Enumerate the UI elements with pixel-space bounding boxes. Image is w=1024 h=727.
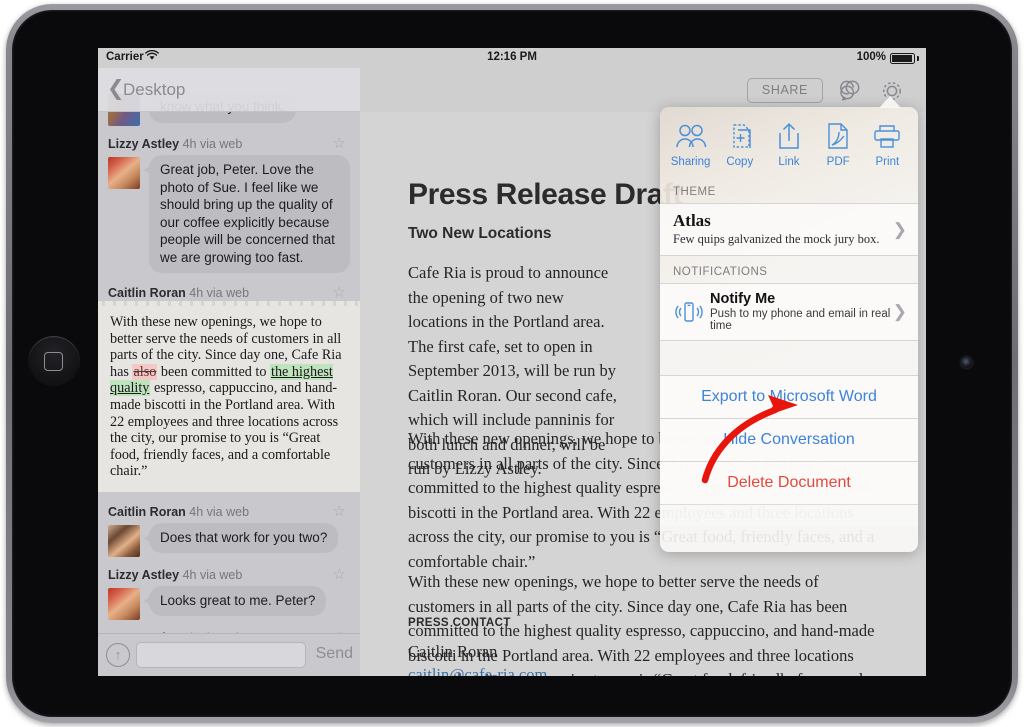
comment-bubble: Great job, Peter. Love the photo of Sue.…: [144, 155, 350, 273]
ipad-device-frame: Carrier 12:16 PM 100% Lizzy Astley 4h vi…: [0, 0, 1024, 727]
notifications-section-header: NOTIFICATIONS: [673, 266, 768, 278]
back-to-desktop-button[interactable]: Desktop: [123, 80, 185, 100]
hide-conversation-button[interactable]: Hide Conversation: [660, 418, 918, 461]
document-toolbar: SHARE: [360, 68, 926, 112]
battery-icon: [890, 53, 915, 64]
comment-meta: 4h via web: [182, 567, 243, 582]
share-action-link[interactable]: Link: [766, 117, 812, 168]
share-action-pdf[interactable]: PDF: [815, 117, 861, 168]
status-time: 12:16 PM: [487, 51, 537, 63]
comment-author: Lizzy Astley: [108, 567, 180, 582]
comment-meta: 4h via web: [189, 286, 250, 300]
comment-author: Lizzy Astley: [108, 137, 180, 151]
share-button[interactable]: SHARE: [746, 78, 823, 103]
avatar: [108, 524, 140, 557]
home-button-square-icon: [44, 352, 63, 371]
list-item[interactable]: Lizzy Astley 4h via web ☆ Great job, Pet…: [98, 134, 360, 283]
comment-header: Lizzy Astley 4h via web ☆: [108, 565, 350, 586]
arrow-up-circle-icon[interactable]: ↑: [106, 643, 130, 667]
export-to-word-button[interactable]: Export to Microsoft Word: [660, 375, 918, 418]
battery-nub-icon: [917, 56, 919, 61]
comment-composer: ↑ Send: [98, 633, 360, 676]
share-action-label: Link: [778, 156, 800, 168]
contact-email-link[interactable]: caitlin@cafe-ria.com: [408, 663, 547, 676]
sidebar-navigation-bar: ❮ Desktop: [98, 68, 360, 112]
status-battery-percent: 100%: [856, 51, 886, 63]
chevron-right-icon: ❯: [892, 302, 907, 321]
markup-deleted-text: also: [132, 363, 158, 380]
theme-row[interactable]: Atlas Few quips galvanized the mock jury…: [660, 203, 918, 256]
comments-sidebar: know what you think. Lizzy Astley 4h via…: [98, 68, 360, 676]
comment-author: Caitlin Roran: [108, 286, 186, 300]
comment-meta: 4h via web: [182, 137, 243, 151]
phone-vibrate-icon: [668, 299, 710, 325]
delete-document-button[interactable]: Delete Document: [660, 461, 918, 504]
comment-bubble: Looks great to me. Peter?: [143, 585, 327, 617]
star-outline-icon[interactable]: ☆: [333, 285, 346, 301]
popover-footer: [660, 504, 918, 526]
chevron-left-icon[interactable]: ❮: [107, 78, 125, 99]
star-outline-icon[interactable]: ☆: [333, 566, 346, 583]
markup-revision-card[interactable]: With these new openings, we hope to bett…: [98, 301, 360, 492]
share-action-label: Sharing: [670, 156, 711, 168]
send-button[interactable]: Send: [316, 645, 353, 663]
avatar: [108, 587, 140, 620]
comment-author: Caitlin Roran: [108, 504, 186, 519]
theme-section-header: THEME: [673, 186, 716, 198]
contact-name: Caitlin Roran: [408, 642, 498, 661]
comment-body: Great job, Peter. Love the photo of Sue.…: [108, 155, 350, 283]
share-settings-popover: Sharing Copy Link PDF Print THEME Atlas …: [660, 107, 918, 552]
comment-bubble: Does that work for you two?: [143, 522, 339, 554]
printer-icon: [864, 117, 910, 155]
page-title: Press Release Draft: [408, 178, 683, 211]
theme-name: Atlas: [673, 211, 711, 230]
share-action-label: Print: [875, 156, 900, 168]
press-contact-block: Caitlin Roran caitlin@cafe-ria.com (503)…: [408, 640, 547, 676]
list-item[interactable]: Lizzy Astley 4h via web ☆ Looks great to…: [98, 565, 360, 628]
share-actions-row: Sharing Copy Link PDF Print: [660, 107, 918, 176]
comment-body: Does that work for you two?: [108, 522, 350, 565]
popover-caret: [879, 96, 901, 108]
front-camera-icon: [961, 357, 972, 368]
star-outline-icon[interactable]: ☆: [333, 136, 346, 152]
star-outline-icon[interactable]: ☆: [333, 503, 346, 520]
press-contact-header: PRESS CONTACT: [408, 617, 511, 629]
notify-me-row[interactable]: Notify Me Push to my phone and email in …: [660, 283, 918, 341]
list-item[interactable]: Caitlin Roran 4h via web ☆ With these ne…: [98, 283, 360, 492]
home-button[interactable]: [28, 336, 80, 388]
markup-text-middle: been committed to: [157, 363, 271, 380]
collaboration-icon[interactable]: [836, 77, 864, 105]
share-action-copy[interactable]: Copy: [717, 117, 763, 168]
share-action-label: PDF: [826, 156, 850, 168]
popover-spacer: [660, 341, 918, 375]
theme-description: Few quips galvanized the mock jury box.: [673, 232, 880, 246]
document-subheading: Two New Locations: [408, 225, 552, 242]
comment-header: Lizzy Astley 4h via web ☆: [108, 134, 350, 155]
share-action-print[interactable]: Print: [864, 117, 910, 168]
people-icon: [668, 117, 714, 155]
comments-scroll-area[interactable]: know what you think. Lizzy Astley 4h via…: [98, 68, 360, 633]
comment-body: Looks great to me. Peter?: [108, 585, 350, 628]
comment-meta: 4h via web: [189, 504, 250, 519]
comment-input[interactable]: [136, 642, 306, 668]
avatar: [108, 157, 140, 189]
pdf-document-icon: [815, 117, 861, 155]
list-item[interactable]: Caitlin Roran 4h via web ☆ Does that wor…: [98, 492, 360, 565]
ipad-screen: Carrier 12:16 PM 100% Lizzy Astley 4h vi…: [98, 48, 926, 676]
chevron-right-icon: ❯: [892, 219, 907, 239]
share-action-sharing[interactable]: Sharing: [668, 117, 714, 168]
notify-subtitle: Push to my phone and email in real time: [710, 308, 891, 332]
status-bar: Carrier 12:16 PM 100%: [98, 48, 926, 68]
comment-header: Caitlin Roran 4h via web ☆: [108, 502, 350, 523]
notify-title: Notify Me: [710, 291, 776, 307]
copy-document-icon: [717, 117, 763, 155]
share-arrow-icon: [766, 117, 812, 155]
share-action-label: Copy: [726, 156, 754, 168]
